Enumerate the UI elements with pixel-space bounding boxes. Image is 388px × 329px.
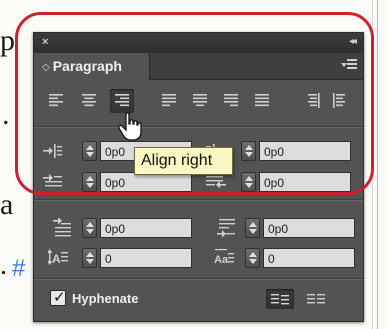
justify-all-button[interactable] (250, 89, 274, 113)
drop-cap-lines-stepper[interactable] (82, 248, 97, 268)
space-before-stepper[interactable] (82, 218, 97, 238)
align-towards-spine-icon (308, 93, 320, 108)
doc-text-period: . (2, 98, 10, 131)
panel-titlebar[interactable]: × ◂◂ (34, 33, 363, 53)
hand-cursor-icon (118, 112, 142, 141)
align-away-from-spine-button[interactable] (329, 89, 353, 113)
space-before-field[interactable]: 0p0 (100, 218, 192, 238)
svg-text:Aa: Aa (214, 254, 229, 266)
right-indent-field[interactable]: 0p0 (259, 141, 351, 161)
left-indent-icon (43, 144, 62, 158)
drop-cap-lines-icon: A (48, 249, 68, 266)
justify-right-button[interactable] (219, 89, 243, 113)
justify-last-right-icon (224, 94, 238, 107)
baseline-off-icon (271, 294, 289, 305)
paragraph-panel: × ◂◂ ◇ Paragraph 0p0 0p0 0p0 0p0 0p0 0p0… (33, 32, 364, 322)
collapse-icon[interactable]: ◂◂ (349, 36, 357, 47)
svg-text:A: A (52, 252, 61, 266)
align-right-button[interactable] (110, 89, 134, 113)
space-after-stepper[interactable] (245, 218, 260, 238)
margin-guide (372, 0, 373, 329)
panel-menu-icon[interactable] (341, 59, 357, 73)
doc-text-a: a (0, 188, 14, 221)
divider (34, 127, 363, 128)
justify-all-icon (255, 94, 269, 107)
panel-tabbar: ◇ Paragraph (34, 53, 363, 80)
alignment-button-row (34, 89, 363, 115)
hidden-character-hash: # (12, 255, 26, 282)
justify-center-button[interactable] (188, 89, 212, 113)
last-line-indent-field[interactable]: 0p0 (259, 172, 351, 192)
tab-label: Paragraph (52, 58, 122, 74)
align-center-button[interactable] (77, 89, 101, 113)
align-away-from-spine-icon (333, 93, 345, 108)
tab-paragraph[interactable]: ◇ Paragraph (34, 53, 150, 80)
doc-text-period-2: . (0, 250, 7, 281)
space-before-icon (53, 218, 71, 237)
hyphenate-label: Hyphenate (72, 291, 139, 306)
drop-cap-lines-field[interactable]: 0 (100, 248, 192, 268)
first-line-indent-icon (43, 174, 62, 187)
drop-cap-chars-stepper[interactable] (245, 248, 260, 268)
page-edge (377, 0, 378, 329)
justify-last-left-icon (162, 94, 176, 107)
drop-cap-chars-icon: Aa (214, 249, 234, 266)
justify-last-center-icon (193, 94, 207, 107)
align-left-button[interactable] (44, 89, 68, 113)
drop-cap-chars-field[interactable]: 0 (263, 248, 355, 268)
space-after-field[interactable]: 0p0 (263, 218, 355, 238)
align-right-icon (115, 94, 129, 107)
right-indent-stepper[interactable] (241, 141, 256, 161)
tab-toggle-icon[interactable]: ◇ (42, 62, 50, 73)
hyphenate-row: Hyphenate (34, 286, 363, 312)
drop-cap-row: A 0 Aa 0 (34, 246, 363, 270)
align-left-icon (49, 94, 63, 107)
space-after-icon (217, 219, 235, 238)
do-not-align-to-baseline-button[interactable] (266, 289, 294, 309)
last-line-indent-icon (206, 176, 226, 189)
tooltip: Align right (134, 147, 233, 175)
baseline-on-icon (307, 294, 325, 304)
hyphenate-checkbox[interactable] (50, 288, 66, 306)
first-line-indent-field[interactable]: 0p0 (100, 172, 192, 192)
doc-text-p: p (0, 24, 15, 57)
align-towards-spine-button[interactable] (300, 89, 324, 113)
first-line-indent-stepper[interactable] (82, 172, 97, 192)
divider (34, 279, 363, 280)
close-icon[interactable]: × (42, 36, 48, 48)
align-to-baseline-button[interactable] (302, 289, 330, 309)
left-indent-stepper[interactable] (82, 141, 97, 161)
last-line-indent-stepper[interactable] (241, 172, 256, 192)
space-row: 0p0 0p0 (34, 216, 363, 240)
justify-left-button[interactable] (157, 89, 181, 113)
align-center-icon (82, 94, 96, 107)
divider (34, 200, 363, 201)
